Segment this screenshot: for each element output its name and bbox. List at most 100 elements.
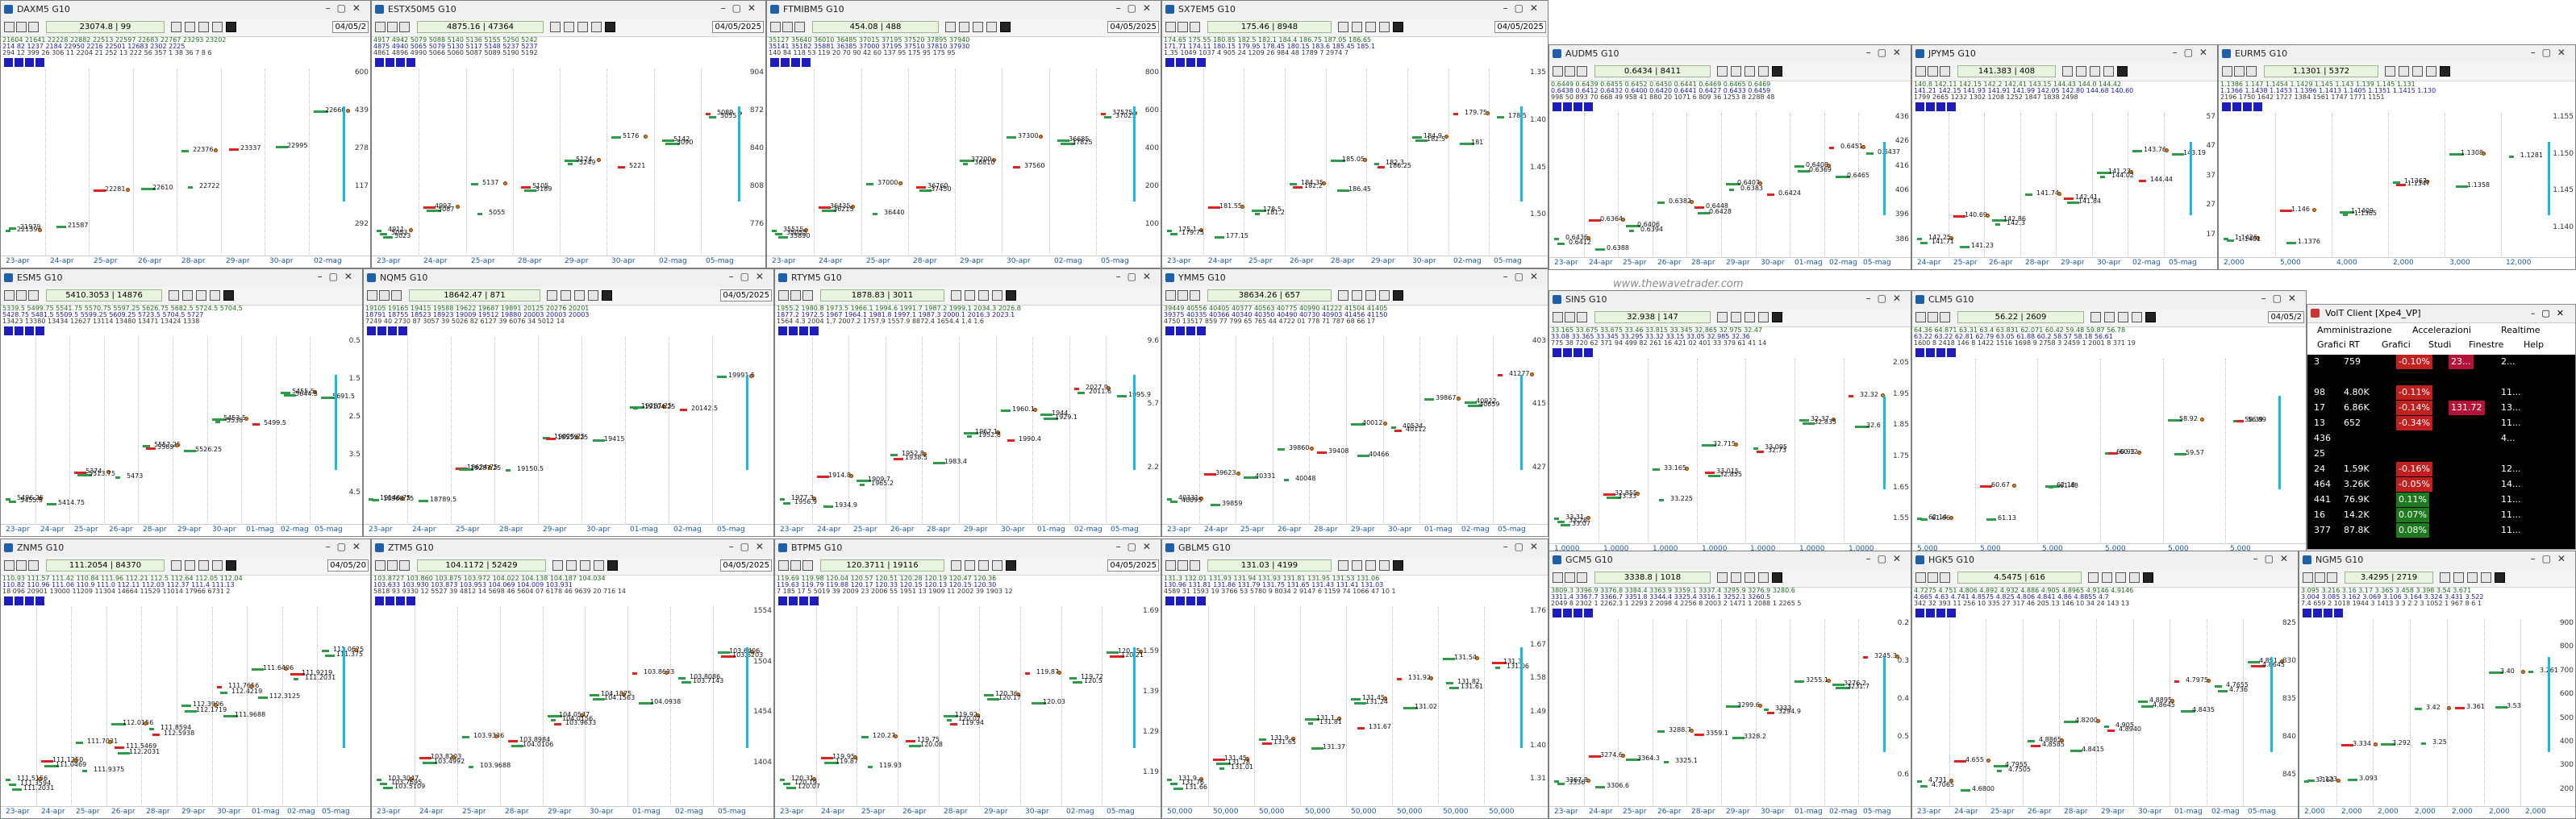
toolbar-button[interactable]: [1006, 290, 1016, 301]
toolbar-button[interactable]: [2440, 66, 2450, 77]
panel-titlebar[interactable]: VolT Client [Xpe4_VP] –▢✕: [2307, 305, 2575, 323]
period-marker[interactable]: [25, 597, 34, 605]
window-titlebar[interactable]: NGM5 G10 –▢✕: [2299, 551, 2575, 570]
window-controls[interactable]: –▢✕: [1866, 47, 1907, 58]
toolbar-button[interactable]: [794, 22, 805, 32]
toolbar-button[interactable]: [607, 560, 618, 571]
toolbar-button[interactable]: [2303, 572, 2313, 583]
window-titlebar[interactable]: RTYM5 G10 –▢✕: [775, 269, 1161, 288]
toolbar-button[interactable]: [1577, 312, 1587, 322]
window-controls[interactable]: –▢✕: [721, 2, 762, 14]
quote-row[interactable]: [2307, 370, 2575, 385]
period-marker[interactable]: [375, 597, 384, 605]
window-controls[interactable]: –▢✕: [1503, 541, 1544, 552]
quote-row[interactable]: 98 4.80K -0.11% 11...: [2307, 385, 2575, 400]
toolbar-button[interactable]: [605, 22, 615, 32]
toolbar-button[interactable]: [2088, 572, 2099, 583]
toolbar-button[interactable]: [1365, 560, 1376, 571]
quote-row[interactable]: 436 4...: [2307, 431, 2575, 446]
period-marker[interactable]: [1176, 597, 1185, 605]
toolbar-button[interactable]: [1352, 22, 1362, 32]
period-marker[interactable]: [1584, 102, 1593, 111]
toolbar-button[interactable]: [2481, 572, 2491, 583]
date-field[interactable]: 04/05/2: [2268, 311, 2304, 323]
window-titlebar[interactable]: NQM5 G10 –▢✕: [364, 269, 773, 288]
period-marker[interactable]: [386, 597, 394, 605]
period-marker[interactable]: [1165, 58, 1174, 67]
menu-grafici[interactable]: Grafici: [2382, 338, 2411, 352]
toolbar-button[interactable]: [802, 560, 813, 571]
toolbar-button[interactable]: [2129, 572, 2140, 583]
window-titlebar[interactable]: EURM5 G10 –▢✕: [2219, 45, 2575, 64]
toolbar-button[interactable]: [1178, 22, 1188, 32]
date-field[interactable]: 04/05/20: [327, 559, 369, 572]
date-field[interactable]: 04/05/2025: [1494, 21, 1546, 33]
date-field[interactable]: 04/05/2025: [720, 289, 772, 301]
period-marker[interactable]: [406, 58, 415, 67]
menu-realtime[interactable]: Realtime: [2501, 323, 2541, 338]
toolbar-button[interactable]: [1577, 66, 1587, 77]
quote-row[interactable]: 464 3.26K -0.05% 14...: [2307, 477, 2575, 492]
toolbar-button[interactable]: [1338, 22, 1348, 32]
period-marker[interactable]: [1915, 348, 1924, 357]
menu-help[interactable]: Help: [2524, 338, 2544, 352]
toolbar-button[interactable]: [2467, 572, 2478, 583]
window-titlebar[interactable]: ZNM5 G10 –▢✕: [1, 539, 370, 558]
period-marker[interactable]: [1574, 609, 1582, 617]
toolbar-button[interactable]: [2090, 312, 2101, 322]
period-marker[interactable]: [799, 326, 808, 335]
toolbar-button[interactable]: [28, 22, 39, 32]
toolbar-button[interactable]: [1928, 572, 1938, 583]
window-titlebar[interactable]: ZTM5 G10 –▢✕: [372, 539, 773, 558]
toolbar-button[interactable]: [1365, 290, 1376, 301]
toolbar-button[interactable]: [16, 22, 27, 32]
window-titlebar[interactable]: YMM5 G10 –▢✕: [1162, 269, 1548, 288]
toolbar-button[interactable]: [1553, 66, 1563, 77]
period-marker[interactable]: [35, 597, 44, 605]
quote-row[interactable]: 24 1.59K -0.16% 12...: [2307, 462, 2575, 476]
toolbar-button[interactable]: [588, 290, 598, 301]
period-marker[interactable]: [25, 58, 34, 67]
toolbar-button[interactable]: [2090, 66, 2100, 77]
toolbar-button[interactable]: [951, 290, 961, 301]
period-marker[interactable]: [1574, 102, 1582, 111]
toolbar-button[interactable]: [367, 290, 377, 301]
period-marker[interactable]: [1936, 348, 1945, 357]
toolbar-button[interactable]: [1940, 66, 1950, 77]
toolbar-button[interactable]: [580, 560, 590, 571]
toolbar-button[interactable]: [577, 22, 588, 32]
toolbar-button[interactable]: [965, 290, 975, 301]
toolbar-button[interactable]: [986, 22, 997, 32]
toolbar-button[interactable]: [1758, 572, 1769, 583]
toolbar-button[interactable]: [550, 22, 561, 32]
period-marker[interactable]: [1553, 348, 1561, 357]
toolbar-button[interactable]: [1165, 290, 1176, 301]
period-marker[interactable]: [1197, 326, 1206, 335]
toolbar-button[interactable]: [2115, 572, 2126, 583]
period-marker[interactable]: [396, 58, 405, 67]
toolbar-button[interactable]: [1731, 312, 1741, 322]
toolbar-button[interactable]: [2453, 572, 2464, 583]
toolbar-button[interactable]: [591, 22, 602, 32]
toolbar-button[interactable]: [223, 290, 234, 301]
toolbar-button[interactable]: [4, 560, 15, 571]
window-titlebar[interactable]: CLM5 G10 –▢✕: [1912, 291, 2306, 310]
toolbar-button[interactable]: [978, 560, 989, 571]
toolbar-button[interactable]: [1731, 572, 1741, 583]
window-controls[interactable]: –▢✕: [326, 541, 367, 552]
toolbar-button[interactable]: [16, 560, 27, 571]
period-marker[interactable]: [1926, 348, 1935, 357]
toolbar-button[interactable]: [1915, 312, 1926, 322]
date-field[interactable]: 04/05/2025: [1107, 559, 1159, 572]
toolbar-button[interactable]: [951, 560, 961, 571]
window-controls[interactable]: –▢✕: [2531, 47, 2572, 58]
toolbar-button[interactable]: [2104, 312, 2115, 322]
period-marker[interactable]: [388, 326, 397, 335]
menu-studi[interactable]: Studi: [2428, 338, 2451, 352]
date-field[interactable]: 04/05/2025: [720, 559, 772, 572]
toolbar-button[interactable]: [1379, 290, 1390, 301]
period-marker[interactable]: [1915, 102, 1924, 111]
window-controls[interactable]: –▢✕: [1503, 2, 1544, 14]
quote-row[interactable]: 16 14.2K 0.07% 11...: [2307, 508, 2575, 522]
period-marker[interactable]: [810, 326, 819, 335]
